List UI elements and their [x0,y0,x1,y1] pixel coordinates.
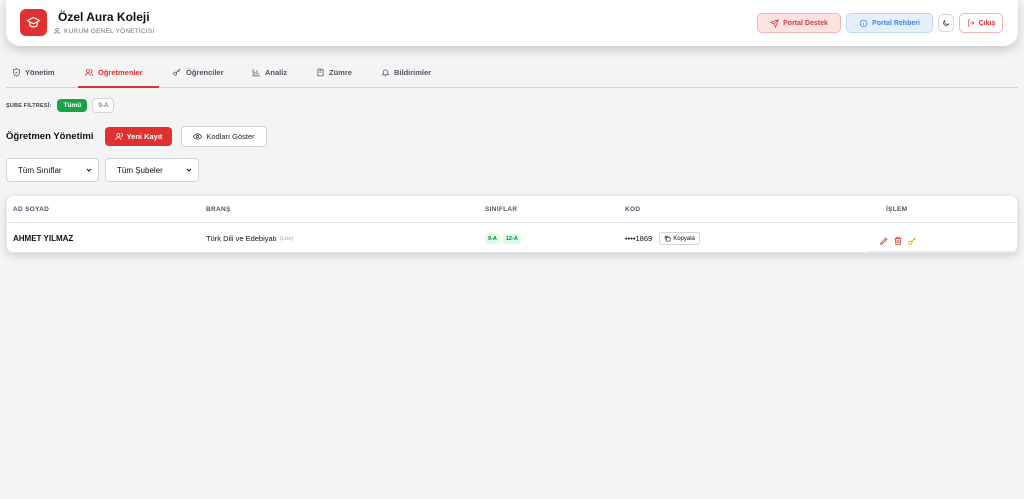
code-value: ••••1869 [625,234,653,243]
school-name: Özel Aura Koleji [58,10,150,24]
new-record-button[interactable]: Yeni Kayıt [105,127,172,146]
class-chip: 9-A [485,234,500,244]
school-logo [20,9,47,36]
bell-icon [381,69,390,77]
tab-label: Zümre [329,68,352,77]
eye-icon [193,133,203,140]
graduation-cap-icon [26,16,41,28]
col-actions: İŞLEM [886,206,908,213]
portal-guide-label: Portal Rehberi [872,19,920,27]
branch-filter: ŞUBE FİLTRESİ: Tümü 9-A [6,98,115,113]
key-icon[interactable] [907,236,917,246]
edit-icon[interactable] [879,236,889,246]
branch-text: Türk Dili ve Edebiyatı [206,234,277,243]
logout-icon [967,19,975,27]
page-title: Öğretmen Yönetimi [6,131,94,142]
copy-code-button[interactable]: Kopyala [659,232,700,245]
class-select[interactable]: Tüm Sınıflar [6,158,99,182]
tab-label: Öğretmenler [98,68,143,77]
tab-bar: Yönetim Öğretmenler Öğrenciler Analiz Zü… [6,66,1018,88]
chart-icon [252,69,260,77]
info-icon [859,19,868,27]
class-select-value: Tüm Sınıflar [18,165,62,175]
filter-chip-all[interactable]: Tümü [57,99,88,112]
teacher-name: AHMET YILMAZ [13,234,74,243]
portal-support-button[interactable]: Portal Destek [757,13,841,33]
col-name: AD SOYAD [13,206,50,213]
teachers-table: AD SOYAD BRANŞ SINIFLAR KOD İŞLEM AHMET … [6,195,1018,253]
branch-select[interactable]: Tüm Şubeler [105,158,199,182]
row-actions [869,231,1012,252]
tab-ogrenciler[interactable]: Öğrenciler [172,66,234,88]
new-record-label: Yeni Kayıt [126,132,163,141]
teacher-code: ••••1869 Kopyala [625,232,700,245]
portal-guide-button[interactable]: Portal Rehberi [846,13,933,33]
tab-ogretmenler[interactable]: Öğretmenler [78,66,159,88]
copy-icon [665,235,671,242]
moon-icon [943,20,949,26]
key-icon [173,68,181,76]
book-icon [317,68,324,77]
users-icon [114,133,123,140]
shield-icon [13,68,20,77]
app-header: Özel Aura Koleji KURUM GENEL YÖNETİCİSİ … [6,0,1018,46]
class-chip: 12-A [502,234,521,244]
user-icon [54,28,60,35]
portal-support-label: Portal Destek [783,19,828,27]
show-codes-label: Kodları Göster [206,132,255,141]
send-icon [770,18,779,28]
tab-label: Bildirimler [394,68,432,77]
col-code: KOD [625,206,641,213]
trash-icon[interactable] [893,236,903,246]
tab-zumre[interactable]: Zümre [316,66,362,88]
col-classes: SINIFLAR [485,206,518,213]
theme-toggle-button[interactable] [938,14,954,32]
show-codes-button[interactable]: Kodları Göster [181,126,267,147]
logout-label: Çıkış [978,19,996,27]
tab-label: Öğrenciler [186,68,224,77]
chevron-down-icon [86,168,92,172]
chevron-down-icon [186,168,192,172]
tab-label: Analiz [265,68,288,77]
table-header: AD SOYAD BRANŞ SINIFLAR KOD İŞLEM [7,196,1017,223]
teacher-classes: 9-A 12-A [485,234,521,244]
role-text: KURUM GENEL YÖNETİCİSİ [64,27,155,35]
branch-select-value: Tüm Şubeler [117,165,163,175]
filter-chip-9a[interactable]: 9-A [92,98,115,113]
tab-yonetim[interactable]: Yönetim [12,66,67,88]
branch-level: (Lise) [279,235,294,242]
col-branch: BRANŞ [206,206,231,213]
branch-filter-label: ŞUBE FİLTRESİ: [6,102,52,109]
copy-label: Kopyala [673,235,695,242]
logout-button[interactable]: Çıkış [959,13,1003,33]
tab-bildirimler[interactable]: Bildirimler [381,66,441,88]
tab-label: Yönetim [25,68,55,77]
role-label: KURUM GENEL YÖNETİCİSİ [53,27,154,35]
teacher-branch: Türk Dili ve Edebiyatı (Lise) [206,234,294,243]
tab-analiz[interactable]: Analiz [252,66,298,88]
users-icon [84,69,94,76]
